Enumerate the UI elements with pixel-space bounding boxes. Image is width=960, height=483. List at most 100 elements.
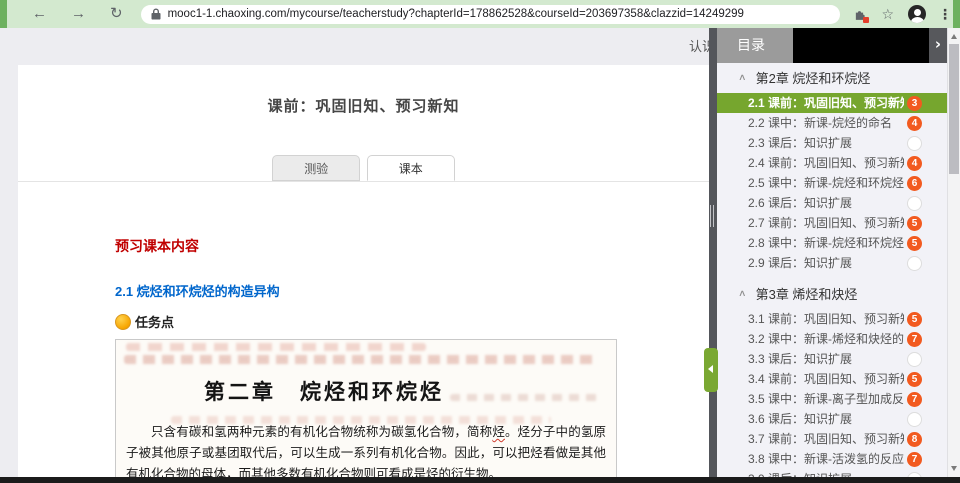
divider-grip[interactable] <box>710 205 716 227</box>
toc-expand-button[interactable]: › <box>929 28 947 63</box>
toc-lesson[interactable]: 3.1 课前：巩固旧知、预习新知5 <box>717 309 947 329</box>
toc-lesson-label: 3.7 课前：巩固旧知、预习新知 <box>748 429 904 449</box>
toc-lesson-label: 2.7 课前：巩固旧知、预习新知 <box>748 213 904 233</box>
scroll-up-icon[interactable] <box>951 34 957 39</box>
toc-lesson[interactable]: 2.4 课前：巩固旧知、预习新知4 <box>717 153 947 173</box>
toc-header: 目录 › <box>717 28 947 63</box>
toc-chapter[interactable]: ∧ 第2章 烷烃和环烷烃 <box>717 65 947 89</box>
url-text: mooc1-1.chaoxing.com/mycourse/teacherstu… <box>168 8 744 20</box>
toc-list: ∧第2章 烷烃和环烷烃2.1 课前：巩固旧知、预习新知32.2 课中：新课-烷烃… <box>717 63 947 477</box>
bleed-smudge <box>126 343 426 351</box>
toc-chapter-label: 第2章 烷烃和环烷烃 <box>756 68 871 87</box>
toc-lesson[interactable]: 3.4 课前：巩固旧知、预习新知5 <box>717 369 947 389</box>
toc-lesson[interactable]: 3.8 课中：新课-活泼氢的反应7 <box>717 449 947 469</box>
scroll-down-icon[interactable] <box>951 466 957 471</box>
extension-puzzle-icon[interactable] <box>854 8 867 21</box>
bleed-smudge <box>171 416 551 424</box>
progress-badge <box>907 256 922 271</box>
collapse-chevron-icon: ∧ <box>738 72 747 83</box>
task-point: 任务点 <box>115 312 617 331</box>
toc-lesson-label: 2.9 课后：知识扩展 <box>748 253 852 273</box>
toc-chapter[interactable]: ∧ 第3章 烯烃和炔烃 <box>717 281 947 305</box>
toc-lesson-label: 2.1 课前：巩固旧知、预习新知 <box>748 93 904 113</box>
toc-chapter-label: 第3章 烯烃和炔烃 <box>756 284 858 303</box>
progress-badge <box>907 352 922 367</box>
progress-badge <box>907 196 922 211</box>
reload-button[interactable]: ↻ <box>110 0 123 28</box>
lesson-title: 课前：巩固旧知、预习新知 <box>18 95 709 116</box>
toc-lesson[interactable]: 2.7 课前：巩固旧知、预习新知5 <box>717 213 947 233</box>
address-bar[interactable]: mooc1-1.chaoxing.com/mycourse/teacherstu… <box>141 5 841 24</box>
toc-lesson[interactable]: 2.2 课中：新课-烷烃的命名 4 <box>717 113 947 133</box>
forward-button[interactable]: → <box>71 0 86 28</box>
window-edge-right <box>953 0 960 28</box>
tabs-bar: 测验 课本 <box>18 154 709 182</box>
toc-lesson-label: 3.9 课后：知识扩展 <box>748 469 852 477</box>
back-button[interactable]: ← <box>32 0 47 28</box>
toc-lesson-label: 3.5 课中：新课-离子型加成反应 <box>748 389 904 409</box>
progress-badge: 3 <box>907 96 922 111</box>
toc-lesson[interactable]: 3.5 课中：新课-离子型加成反应7 <box>717 389 947 409</box>
collapse-arrow-icon <box>708 365 713 373</box>
extension-alert-badge <box>863 17 869 23</box>
progress-badge: 5 <box>907 216 922 231</box>
toc-lesson[interactable]: 2.1 课前：巩固旧知、预习新知3 <box>717 93 947 113</box>
task-point-label: 任务点 <box>135 312 174 331</box>
sidebar-scrollbar[interactable] <box>947 28 960 477</box>
toc-lesson[interactable]: 3.9 课后：知识扩展 <box>717 469 947 477</box>
tab-quiz[interactable]: 测验 <box>272 155 360 181</box>
progress-badge: 7 <box>907 452 922 467</box>
bleed-smudge <box>124 355 596 364</box>
sidebar-divider <box>709 28 717 477</box>
progress-badge: 4 <box>907 156 922 171</box>
toc-title: 目录 <box>717 28 793 63</box>
lesson-body: 预习课本内容 2.1 烷烃和环烷烃的构造异构 任务点 第二章 烷烃和环烷烃 只含… <box>18 236 709 477</box>
toc-lesson[interactable]: 2.6 课后：知识扩展 <box>717 193 947 213</box>
toc-lesson-label: 2.2 课中：新课-烷烃的命名 <box>748 113 892 133</box>
subsection-heading: 2.1 烷烃和环烷烃的构造异构 <box>115 281 617 300</box>
progress-badge: 6 <box>907 176 922 191</box>
toc-lesson-label: 2.6 课后：知识扩展 <box>748 193 852 213</box>
task-point-icon <box>115 314 131 330</box>
lesson-content-panel: 课前：巩固旧知、预习新知 测验 课本 预习课本内容 2.1 烷烃和环烷烃的构造异… <box>18 65 709 477</box>
toc-lesson[interactable]: 2.9 课后：知识扩展 <box>717 253 947 273</box>
tab-textbook[interactable]: 课本 <box>367 155 455 181</box>
toc-lesson-label: 2.5 课中：新课-烷烃和环烷烃的... <box>748 173 904 193</box>
progress-badge: 7 <box>907 392 922 407</box>
toc-lesson[interactable]: 3.3 课后：知识扩展 <box>717 349 947 369</box>
toc-header-spacer <box>793 28 929 63</box>
window-edge-left <box>0 0 7 28</box>
bookmark-star-icon[interactable]: ☆ <box>881 0 894 28</box>
progress-badge: 5 <box>907 236 922 251</box>
clipped-text: 认识 <box>689 36 709 55</box>
browser-toolbar: ← → ↻ mooc1-1.chaoxing.com/mycourse/teac… <box>0 0 960 28</box>
browser-menu-icon[interactable]: ⋮ <box>938 6 952 23</box>
toc-lesson[interactable]: 3.2 课中：新课-烯烃和炔烃的结...7 <box>717 329 947 349</box>
progress-badge: 7 <box>907 332 922 347</box>
toc-lesson[interactable]: 2.8 课中：新课-烷烃和环烷烃的...5 <box>717 233 947 253</box>
toc-lesson-label: 3.3 课后：知识扩展 <box>748 349 852 369</box>
textbook-chapter-title: 第二章 烷烃和环烷烃 <box>116 376 616 406</box>
progress-badge: 5 <box>907 312 922 327</box>
toc-lesson[interactable]: 2.5 课中：新课-烷烃和环烷烃的...6 <box>717 173 947 193</box>
textbook-page-preview: 第二章 烷烃和环烷烃 只含有碳和氢两种元素的有机化合物统称为碳氢化合物，简称烃。… <box>115 339 617 477</box>
toc-lesson-label: 3.4 课前：巩固旧知、预习新知 <box>748 369 904 389</box>
profile-avatar-icon[interactable] <box>908 5 926 23</box>
underlined-term: 烃 <box>492 424 505 439</box>
toc-lesson[interactable]: 2.3 课后：知识扩展 <box>717 133 947 153</box>
progress-badge: 8 <box>907 432 922 447</box>
scrollbar-thumb[interactable] <box>949 44 959 174</box>
toc-lesson-label: 3.2 课中：新课-烯烃和炔烃的结... <box>748 329 904 349</box>
toc-lesson-label: 2.3 课后：知识扩展 <box>748 133 852 153</box>
progress-badge: 4 <box>907 116 922 131</box>
section-heading: 预习课本内容 <box>115 236 617 256</box>
toc-lesson-label: 3.1 课前：巩固旧知、预习新知 <box>748 309 904 329</box>
toc-lesson-label: 3.8 课中：新课-活泼氢的反应 <box>748 449 904 469</box>
toc-lesson[interactable]: 3.7 课前：巩固旧知、预习新知8 <box>717 429 947 449</box>
window-bottom-edge <box>0 477 960 483</box>
page-background: 认识 课前：巩固旧知、预习新知 测验 课本 预习课本内容 2.1 烷烃和环烷烃的… <box>0 28 960 477</box>
collapse-chevron-icon: ∧ <box>738 288 747 299</box>
sidebar-collapse-handle[interactable] <box>704 348 718 392</box>
toc-lesson[interactable]: 3.6 课后：知识扩展 <box>717 409 947 429</box>
progress-badge: 5 <box>907 372 922 387</box>
